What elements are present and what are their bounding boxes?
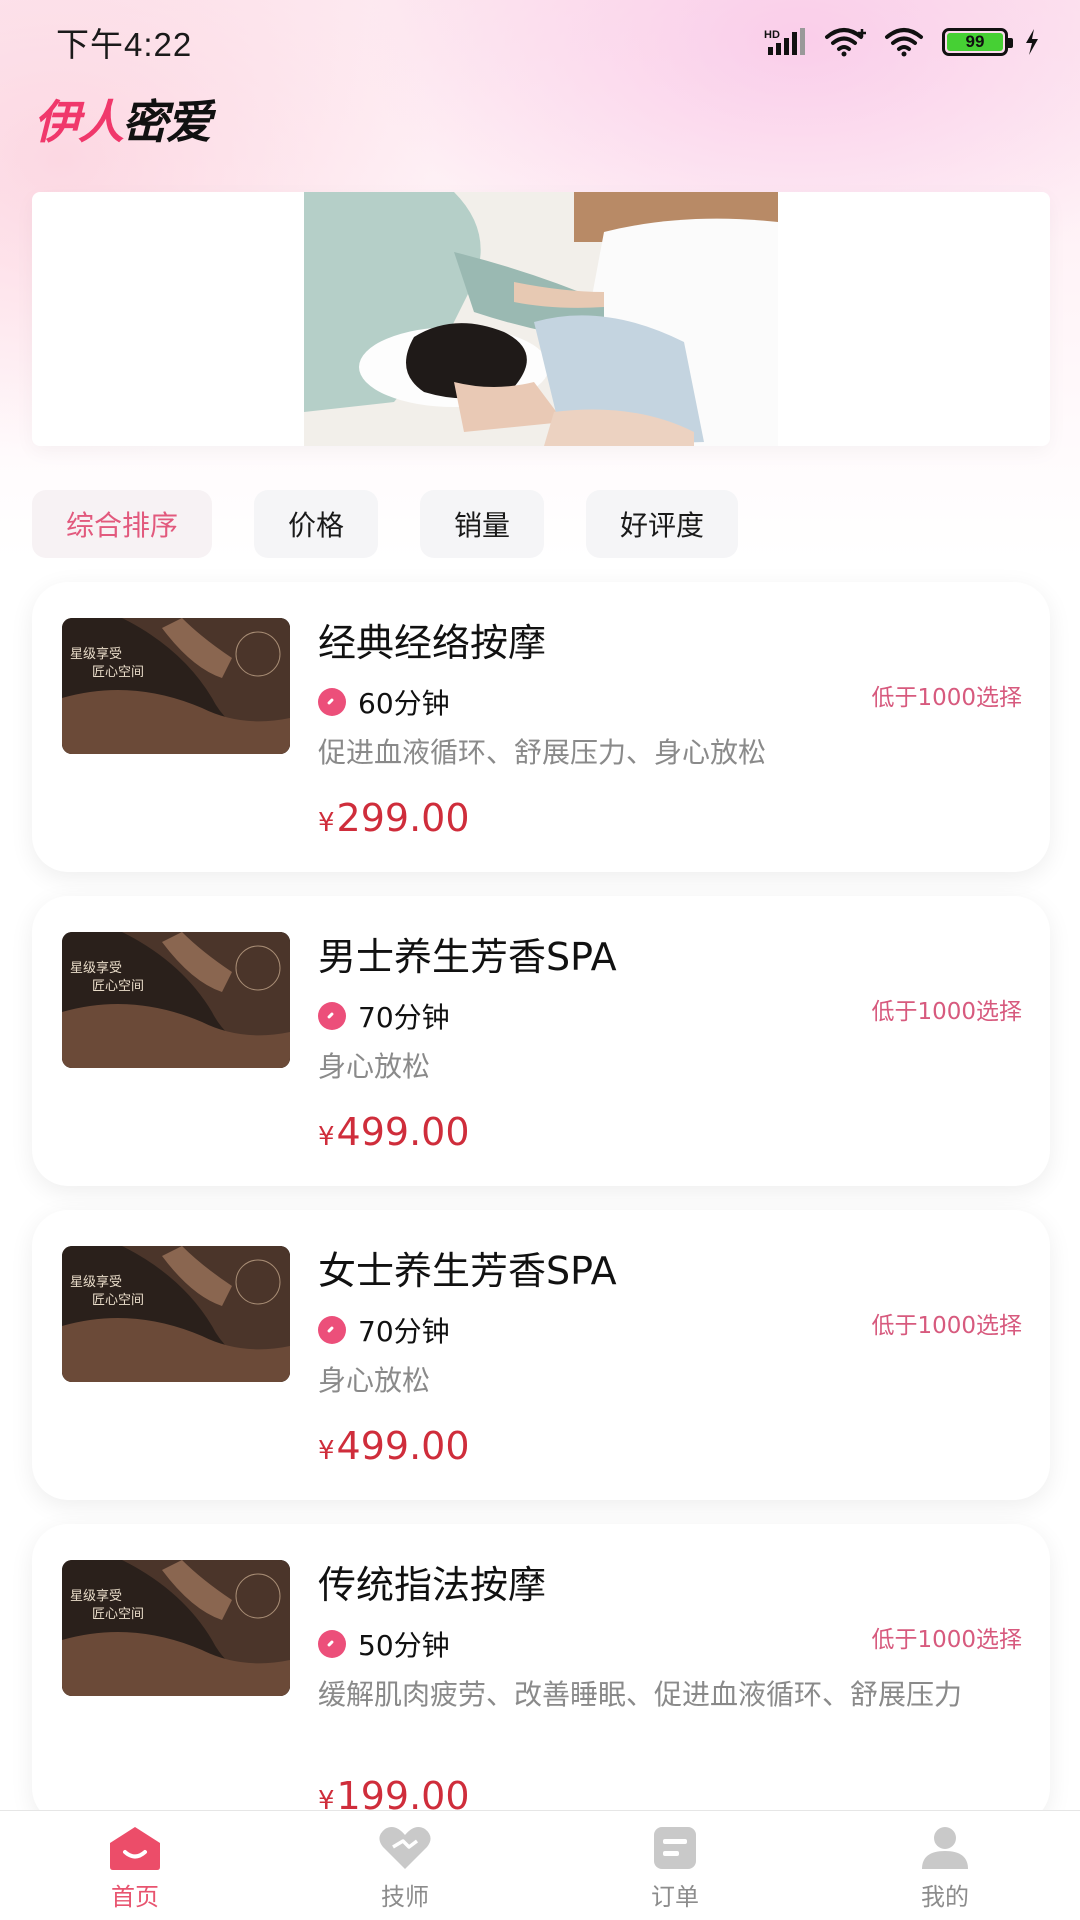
service-thumbnail[interactable]: 星级享受 匠心空间 [62,932,290,1068]
service-description: 促进血液循环、舒展压力、身心放松 [318,736,767,769]
thumb-text-2: 匠心空间 [92,979,144,994]
service-duration: 50分钟 [318,1624,450,1664]
service-card[interactable]: 星级享受 匠心空间 经典经络按摩 60分钟 低于1000选择 促进血液循环、舒展… [32,582,1050,872]
user-icon [922,1827,968,1869]
duration-text: 50分钟 [358,1629,450,1662]
order-icon [654,1827,696,1869]
service-thumbnail[interactable]: 星级享受 匠心空间 [62,1246,290,1382]
service-thumbnail[interactable]: 星级享受 匠心空间 [62,1560,290,1696]
tab-profile-label: 我的 [921,1883,969,1911]
brand-part2: 密爱 [122,95,212,149]
service-price: ¥299.00 [318,796,470,840]
sort-price[interactable]: 价格 [254,490,379,558]
tab-technician[interactable]: 技师 [270,1811,540,1920]
sort-comprehensive[interactable]: 综合排序 [32,490,213,558]
service-duration: 60分钟 [318,682,450,722]
home-icon [110,1827,160,1870]
thumb-text-1: 星级享受 [70,646,122,662]
service-title: 女士养生芳香SPA [318,1249,617,1293]
service-price: ¥499.00 [318,1110,470,1154]
sort-sales[interactable]: 销量 [420,490,545,558]
clock-icon [318,1002,346,1030]
service-title: 经典经络按摩 [318,621,547,665]
status-time: 下午4:22 [56,26,193,63]
clock-icon [318,1630,346,1658]
service-price: ¥499.00 [318,1424,470,1468]
service-photo: 星级享受 匠心空间 [62,618,290,754]
massage-photo [304,192,778,446]
service-card[interactable]: 星级享受 匠心空间 传统指法按摩 50分钟 低于1000选择 缓解肌肉疲劳、改善… [32,1524,1050,1824]
thumb-text-1: 星级享受 [70,1274,122,1290]
clock-icon [318,688,346,716]
thumb-text-2: 匠心空间 [92,1607,144,1622]
currency-symbol: ¥ [318,1436,335,1466]
duration-text: 60分钟 [358,687,450,720]
banner-image[interactable] [304,192,778,446]
clock-icon [318,1316,346,1344]
tab-orders-label: 订单 [651,1883,699,1911]
service-card[interactable]: 星级享受 匠心空间 男士养生芳香SPA 70分钟 低于1000选择 身心放松 ¥… [32,896,1050,1186]
sort-rating[interactable]: 好评度 [586,490,739,558]
price-value: 299.00 [336,796,470,840]
status-bar: 下午4:22 HD 99 [0,0,1080,84]
tab-profile[interactable]: 我的 [810,1811,1080,1920]
battery-icon: 99 [942,28,1013,56]
status-icons: HD 99 [764,27,1040,57]
price-range-tag: 低于1000选择 [871,685,1022,711]
service-description: 身心放松 [318,1364,431,1397]
duration-text: 70分钟 [358,1001,450,1034]
service-thumbnail[interactable]: 星级享受 匠心空间 [62,618,290,754]
charging-icon [1026,29,1038,55]
service-duration: 70分钟 [318,996,450,1036]
thumb-text-2: 匠心空间 [92,665,144,680]
tab-home-label: 首页 [111,1883,159,1911]
tab-technician-label: 技师 [381,1883,429,1911]
network-label: HD [764,29,780,41]
banner-carousel[interactable] [32,192,1050,446]
service-duration: 70分钟 [318,1310,450,1350]
brand-part1: 伊人 [34,95,124,149]
tab-home[interactable]: 首页 [0,1811,270,1920]
sort-bar: 综合排序 价格 销量 好评度 [32,490,739,558]
thumb-text-2: 匠心空间 [92,1293,144,1308]
price-value: 499.00 [336,1424,470,1468]
wifi-icon [825,28,866,57]
service-card[interactable]: 星级享受 匠心空间 女士养生芳香SPA 70分钟 低于1000选择 身心放松 ¥… [32,1210,1050,1500]
service-description: 身心放松 [318,1050,431,1083]
price-range-tag: 低于1000选择 [871,1313,1022,1339]
service-description: 缓解肌肉疲劳、改善睡眠、促进血液循环、舒展压力 [318,1678,963,1711]
service-photo: 星级享受 匠心空间 [62,1560,290,1696]
brand-logo: 伊人密爱 [34,86,212,152]
thumb-text-1: 星级享受 [70,1588,122,1604]
battery-level: 99 [947,32,1003,51]
price-range-tag: 低于1000选择 [871,999,1022,1025]
bottom-tab-bar: 首页 技师 订单 我的 [0,1810,1080,1920]
service-photo: 星级享受 匠心空间 [62,1246,290,1382]
service-title: 男士养生芳香SPA [318,935,617,979]
duration-text: 70分钟 [358,1315,450,1348]
thumb-text-1: 星级享受 [70,960,122,976]
tab-orders[interactable]: 订单 [540,1811,810,1920]
service-title: 传统指法按摩 [318,1563,547,1607]
wifi-icon-2 [885,28,923,57]
service-photo: 星级享受 匠心空间 [62,932,290,1068]
price-range-tag: 低于1000选择 [871,1627,1022,1653]
signal-icon: HD [764,28,805,55]
currency-symbol: ¥ [318,808,335,838]
currency-symbol: ¥ [318,1122,335,1152]
price-value: 499.00 [336,1110,470,1154]
heart-icon [379,1827,431,1869]
